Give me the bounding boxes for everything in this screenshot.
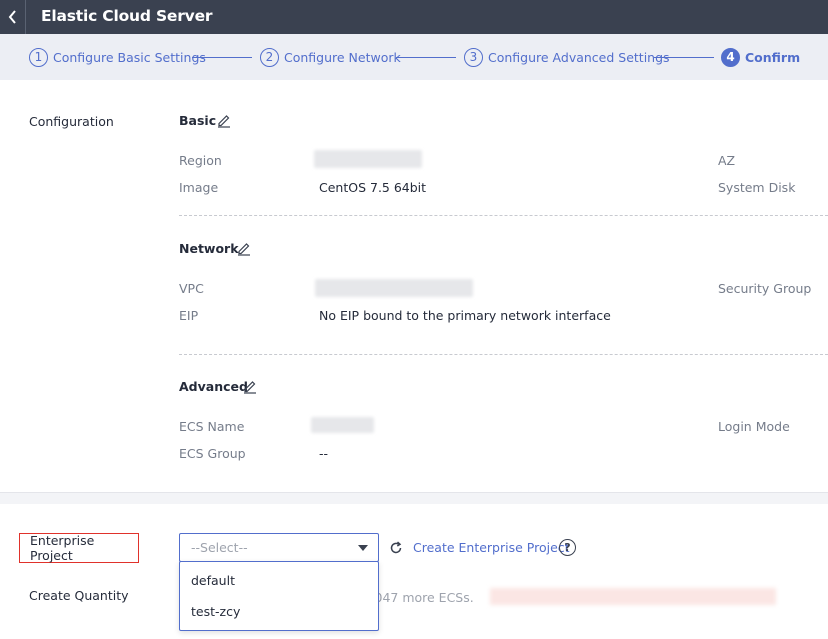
eip-label: EIP — [179, 308, 199, 323]
edit-network-icon[interactable] — [236, 240, 252, 256]
vpc-value-redacted — [315, 279, 473, 297]
divider — [179, 215, 828, 216]
step-4: 4 Confirm — [721, 47, 800, 67]
network-title: Network — [179, 241, 239, 256]
configuration-summary: Configuration Basic Region AZ Image Cent… — [0, 80, 828, 492]
caret-down-icon — [358, 545, 368, 551]
step-connector — [654, 57, 714, 58]
region-value-redacted — [314, 150, 422, 168]
ecs-name-label: ECS Name — [179, 419, 245, 434]
configuration-label: Configuration — [29, 114, 114, 129]
edit-advanced-icon[interactable] — [242, 378, 258, 394]
top-header: Elastic Cloud Server — [0, 0, 828, 34]
step-2: 2 Configure Network — [260, 47, 401, 67]
security-group-label: Security Group — [718, 281, 812, 296]
step-3: 3 Configure Advanced Settings — [464, 47, 670, 67]
step-number: 2 — [260, 47, 279, 67]
step-label: Confirm — [745, 49, 801, 65]
chevron-left-icon — [8, 10, 16, 24]
select-placeholder: --Select-- — [191, 540, 248, 555]
ecs-group-label: ECS Group — [179, 446, 246, 461]
refresh-icon[interactable] — [389, 541, 403, 555]
advanced-title: Advanced — [179, 379, 248, 394]
login-mode-label: Login Mode — [718, 419, 790, 434]
step-label: Configure Network — [284, 49, 401, 65]
edit-basic-icon[interactable] — [216, 112, 232, 128]
step-connector — [192, 57, 252, 58]
enterprise-project-dropdown: default test-zcy — [179, 561, 379, 631]
create-quantity-label: Create Quantity — [29, 588, 129, 603]
region-label: Region — [179, 153, 222, 168]
ecs-name-value-redacted — [311, 417, 374, 433]
enterprise-project-label: Enterprise Project — [19, 533, 139, 563]
section-divider — [0, 492, 828, 504]
vpc-label: VPC — [179, 281, 204, 296]
step-progress-bar: 1 Configure Basic Settings 2 Configure N… — [0, 34, 828, 80]
divider — [179, 354, 828, 355]
step-connector — [396, 57, 456, 58]
help-icon[interactable]: ? — [559, 539, 576, 556]
system-disk-label: System Disk — [718, 180, 796, 195]
enterprise-project-label-text: Enterprise Project — [30, 533, 95, 563]
eip-value: No EIP bound to the primary network inte… — [319, 308, 611, 323]
enterprise-project-select[interactable]: --Select-- — [179, 533, 379, 562]
step-number: 1 — [29, 47, 48, 67]
image-value: CentOS 7.5 64bit — [319, 180, 427, 195]
step-1: 1 Configure Basic Settings — [29, 47, 206, 67]
dropdown-option-test-zcy[interactable]: test-zcy — [191, 604, 240, 619]
az-label: AZ — [718, 153, 736, 168]
step-label: Configure Advanced Settings — [488, 49, 670, 65]
image-label: Image — [179, 180, 219, 195]
step-number: 4 — [721, 47, 740, 67]
redacted-text — [490, 588, 776, 605]
dropdown-option-default[interactable]: default — [191, 573, 235, 588]
back-button[interactable] — [0, 0, 26, 34]
page-title: Elastic Cloud Server — [41, 7, 213, 25]
step-number: 3 — [464, 47, 483, 67]
create-enterprise-project-link[interactable]: Create Enterprise Project — [413, 540, 570, 555]
basic-title: Basic — [179, 113, 217, 128]
step-label: Configure Basic Settings — [53, 49, 206, 65]
ecs-group-value: -- — [319, 446, 329, 461]
